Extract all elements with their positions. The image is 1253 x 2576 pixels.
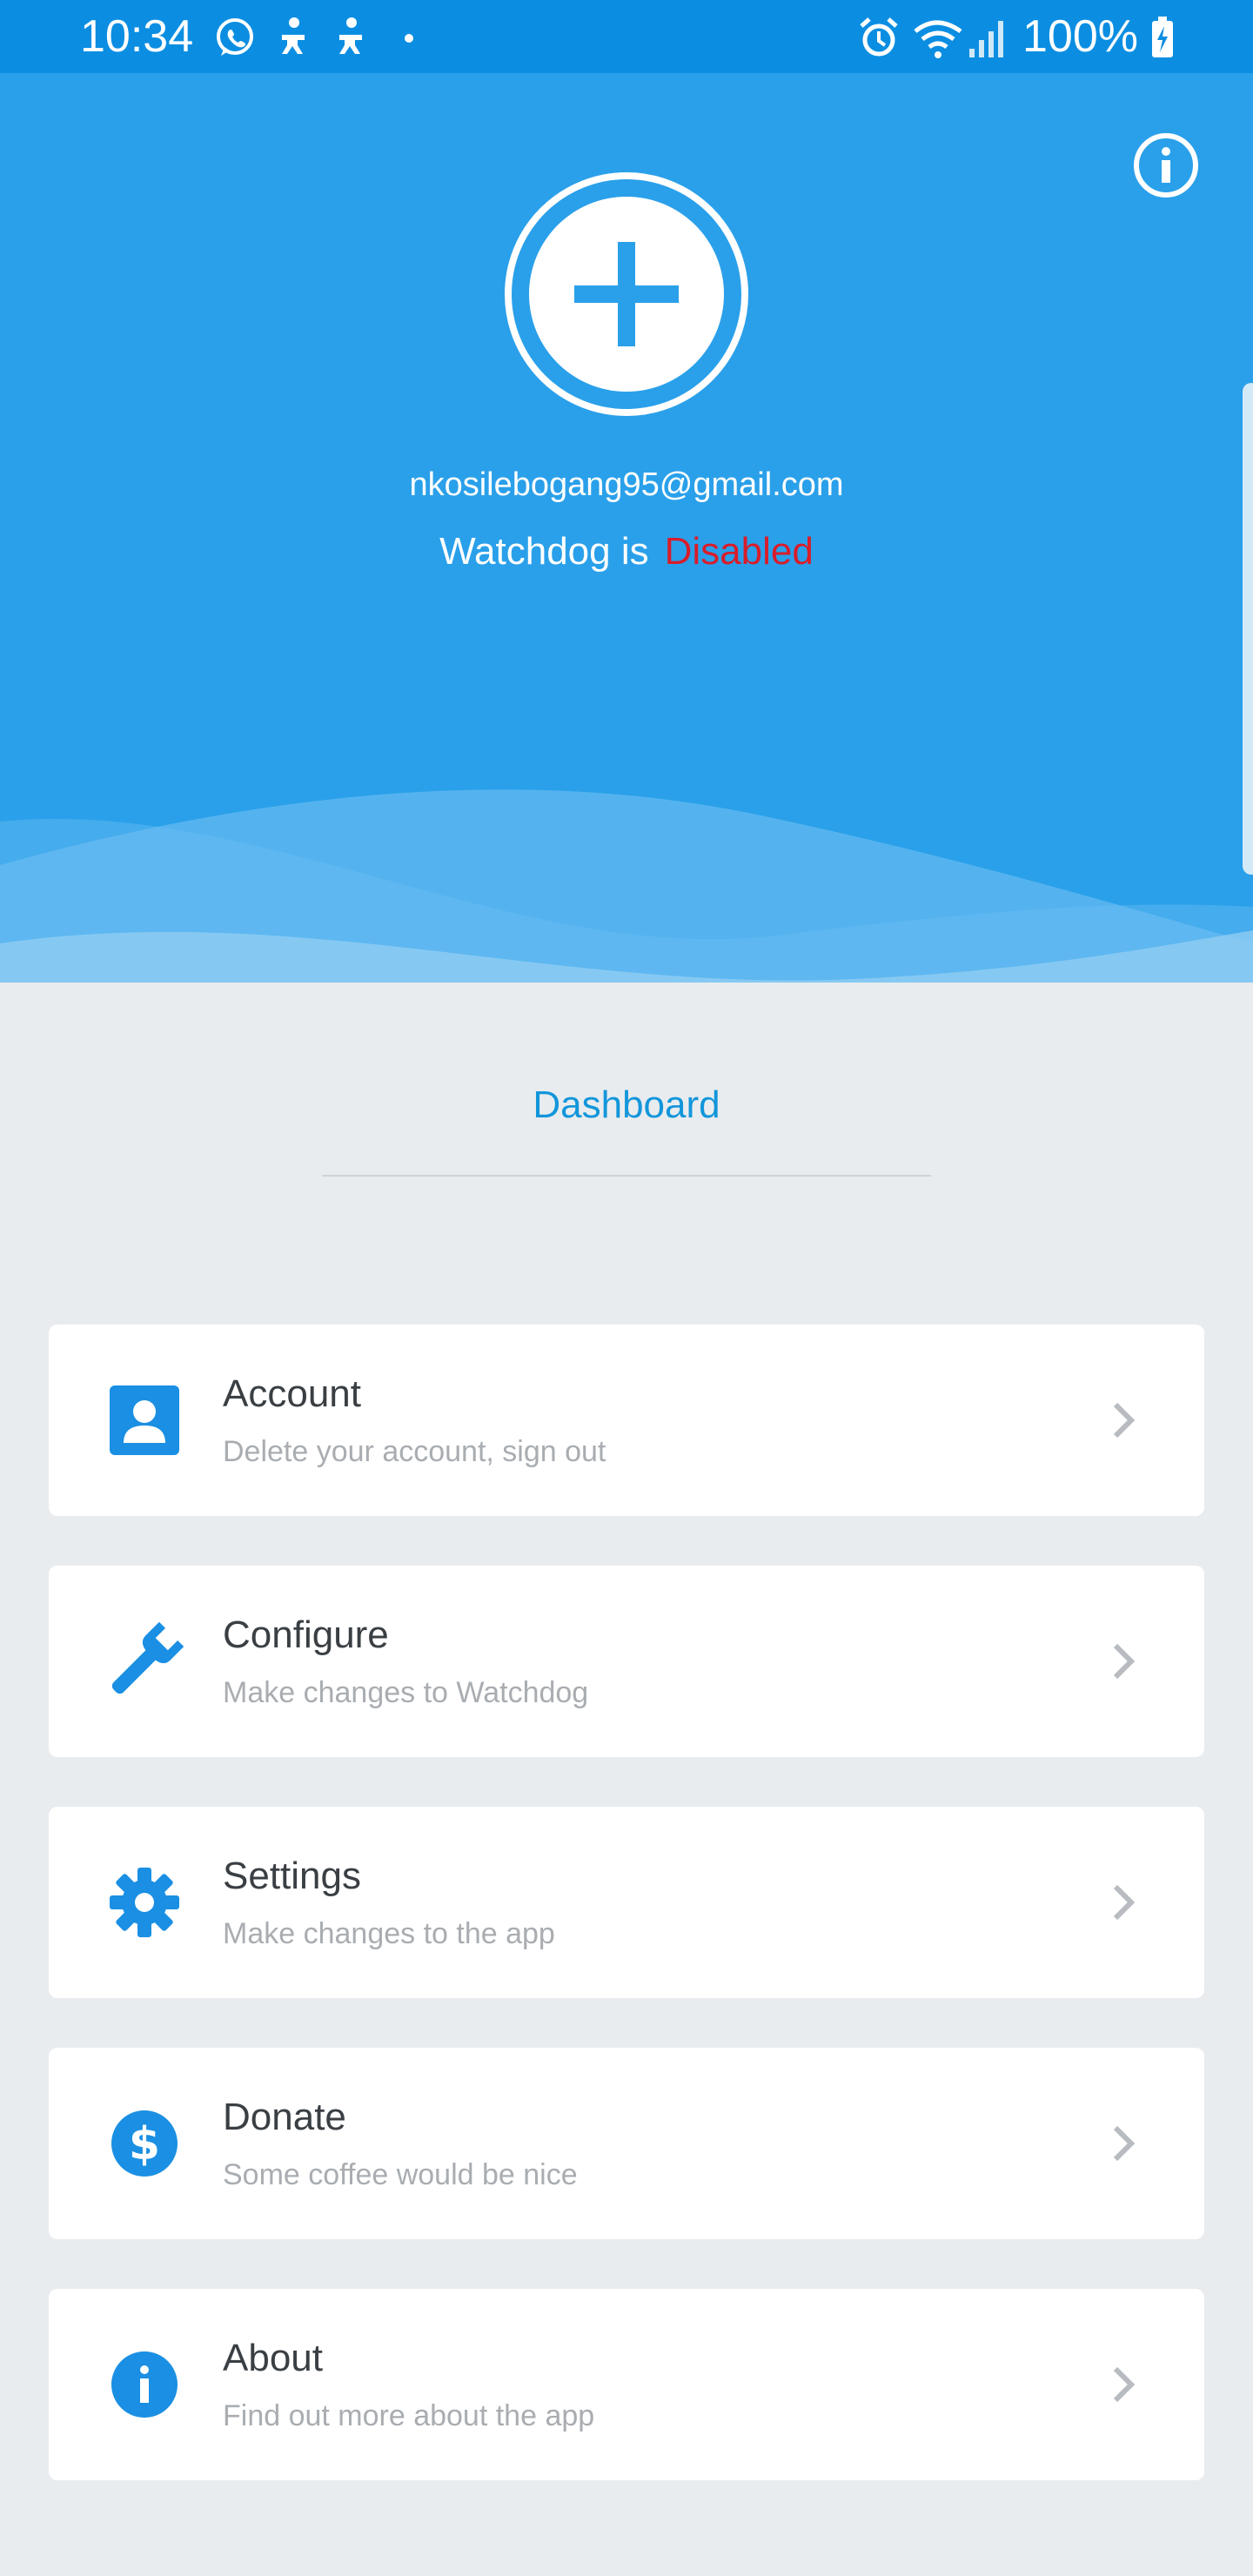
menu-item-title: Configure <box>223 1613 389 1656</box>
status-bar: 10:34 100% <box>0 0 1253 73</box>
side-drawer-handle[interactable] <box>1243 383 1253 875</box>
wrench-icon <box>111 1621 184 1694</box>
chevron-right-icon <box>1113 1402 1136 1439</box>
menu-item-about[interactable]: About Find out more about the app <box>49 2289 1204 2480</box>
menu-item-title: Donate <box>223 2096 346 2138</box>
status-prefix: Watchdog is <box>439 530 649 573</box>
menu-item-subtitle: Delete your account, sign out <box>223 1435 606 1468</box>
wifi-icon <box>914 20 962 58</box>
whatsapp-icon <box>217 18 253 56</box>
menu-item-subtitle: Some coffee would be nice <box>223 2158 578 2191</box>
profile-header: nkosilebogang95@gmail.com Watchdog is Dis… <box>0 73 1253 992</box>
dot-icon <box>405 34 413 43</box>
notification-icon <box>339 17 362 54</box>
dashboard-title: Dashboard <box>533 1083 720 1126</box>
status-time: 10:34 <box>80 11 194 62</box>
gear-icon <box>110 1868 179 1937</box>
dollar-circle-icon: $ <box>111 2110 178 2177</box>
menu-item-subtitle: Make changes to the app <box>223 1917 555 1950</box>
chevron-right-icon <box>1113 1884 1136 1921</box>
info-icon-button[interactable] <box>1131 131 1201 200</box>
status-badge: Disabled <box>664 530 814 573</box>
account-email: nkosilebogang95@gmail.com <box>409 466 844 503</box>
info-circle-icon <box>111 2351 178 2418</box>
chevron-right-icon <box>1113 1643 1136 1680</box>
alarm-icon <box>860 17 898 57</box>
battery-percent: 100% <box>1022 11 1138 62</box>
menu-item-title: Account <box>223 1372 361 1415</box>
notification-icon <box>282 17 305 54</box>
battery-charging-icon <box>1152 17 1173 57</box>
menu-item-title: About <box>223 2337 323 2379</box>
signal-icon <box>969 21 1003 57</box>
menu-item-subtitle: Find out more about the app <box>223 2399 595 2432</box>
chevron-right-icon <box>1113 2366 1136 2403</box>
divider <box>322 1175 931 1177</box>
menu-item-settings[interactable]: Settings Make changes to the app <box>49 1807 1204 1998</box>
svg-text:$: $ <box>129 2118 160 2170</box>
add-account-button[interactable] <box>501 169 752 419</box>
menu-item-title: Settings <box>223 1855 361 1897</box>
chevron-right-icon <box>1113 2125 1136 2162</box>
watchdog-status: Watchdog is Disabled <box>0 526 1253 578</box>
menu-item-subtitle: Make changes to Watchdog <box>223 1676 589 1709</box>
account-box-icon <box>110 1385 179 1455</box>
menu-item-donate[interactable]: $ Donate Some coffee would be nice <box>49 2048 1204 2239</box>
menu-item-configure[interactable]: Configure Make changes to Watchdog <box>49 1566 1204 1757</box>
menu-item-account[interactable]: Account Delete your account, sign out <box>49 1325 1204 1516</box>
